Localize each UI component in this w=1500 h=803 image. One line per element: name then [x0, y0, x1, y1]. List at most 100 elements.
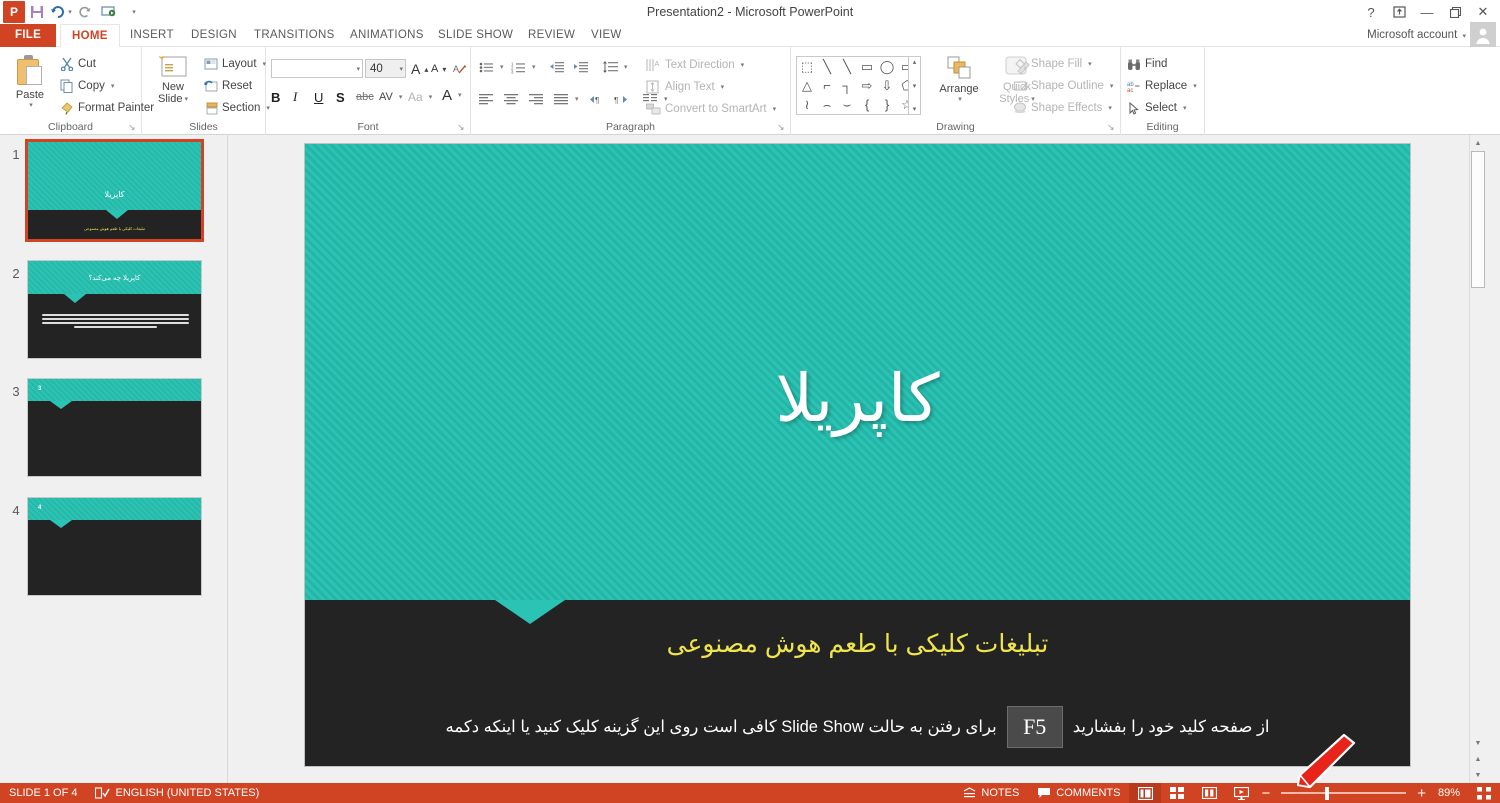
help-icon[interactable]: ? [1358, 1, 1384, 23]
view-reading-button[interactable] [1193, 783, 1225, 803]
new-slide-button[interactable]: New Slide ▾ [148, 55, 198, 105]
view-normal-button[interactable] [1129, 783, 1162, 803]
customize-quick-access-toolbar-icon[interactable]: ▾ [121, 0, 145, 24]
convert-to-smartart-button[interactable]: Convert to SmartArt ▾ [646, 99, 776, 119]
shape-item-12[interactable]: ≀ [805, 98, 810, 111]
start-from-beginning-icon[interactable] [97, 0, 121, 24]
ltr-text-direction-button[interactable]: ¶ [589, 89, 604, 109]
minimize-icon[interactable]: — [1414, 1, 1440, 23]
shape-item-14[interactable]: ⌣ [843, 98, 852, 111]
shape-item-13[interactable]: ⌢ [823, 98, 832, 111]
shape-item-2[interactable]: ╲ [843, 60, 851, 73]
thumbnail-1[interactable]: کاپریلا تبلیغات کلیکی با طعم هوش مصنوعی [25, 139, 204, 242]
fit-slide-to-window-button[interactable] [1468, 783, 1500, 803]
scroll-down-icon[interactable]: ▼ [1470, 735, 1486, 751]
clipboard-dialog-launcher[interactable]: ↘ [128, 123, 137, 132]
ribbon-display-options-icon[interactable] [1386, 1, 1412, 23]
shape-item-9[interactable]: ⇨ [862, 79, 873, 92]
shape-item-15[interactable]: { [865, 98, 869, 111]
select-button[interactable]: Select ▾ [1127, 98, 1186, 118]
shape-item-4[interactable]: ◯ [880, 60, 895, 73]
thumbnail-3[interactable]: 3 [27, 378, 202, 477]
shape-item-7[interactable]: ⌐ [823, 79, 831, 92]
shape-effects-button[interactable]: Shape Effects ▾ [1013, 98, 1112, 118]
bold-button[interactable]: B [271, 87, 280, 107]
slide-count-indicator[interactable]: SLIDE 1 OF 4 [0, 783, 86, 803]
rtl-text-direction-button[interactable]: ¶ [614, 89, 629, 109]
format-painter-button[interactable]: Format Painter [60, 98, 154, 118]
italic-button[interactable]: I [293, 87, 297, 107]
line-spacing-button[interactable]: ▾ [603, 57, 628, 77]
slide-instruction-text[interactable]: از صفحه کلید خود را بفشارید F5 برای رفتن… [305, 706, 1410, 748]
shape-item-0[interactable]: ⬚ [801, 60, 813, 73]
tab-review[interactable]: REVIEW [517, 24, 586, 47]
close-icon[interactable]: ✕ [1470, 1, 1496, 23]
font-size-caret[interactable]: ▾ [399, 65, 403, 73]
next-slide-icon[interactable]: ▼ [1470, 767, 1486, 783]
proofing-status[interactable]: ENGLISH (UNITED STATES) [86, 783, 268, 803]
align-right-button[interactable] [529, 89, 544, 109]
text-direction-button[interactable]: A Text Direction ▾ [646, 55, 744, 75]
shape-item-8[interactable]: ┐ [842, 79, 851, 92]
shapes-scroll-up-icon[interactable]: ▴ [913, 58, 917, 66]
thumbnail-2[interactable]: کاپریلا چه می‌کند؟ [27, 260, 202, 359]
tab-home[interactable]: HOME [60, 24, 120, 48]
cut-button[interactable]: Cut [60, 54, 96, 74]
align-center-button[interactable] [504, 89, 519, 109]
paste-button[interactable]: Paste ▾ [6, 55, 54, 109]
copy-button[interactable]: Copy ▾ [60, 76, 114, 96]
save-icon[interactable] [25, 0, 49, 24]
decrease-indent-button[interactable] [549, 57, 564, 77]
layout-button[interactable]: Layout ▾ [204, 54, 266, 74]
restore-icon[interactable] [1442, 1, 1468, 23]
copy-dropdown-caret[interactable]: ▾ [111, 82, 115, 90]
font-size-input[interactable]: 40 ▾ [365, 59, 406, 78]
font-dialog-launcher[interactable]: ↘ [457, 123, 466, 132]
zoom-slider[interactable] [1281, 783, 1407, 803]
increase-indent-button[interactable] [573, 57, 588, 77]
tab-view[interactable]: VIEW [580, 24, 633, 47]
drawing-dialog-launcher[interactable]: ↘ [1107, 123, 1116, 132]
scroll-up-icon[interactable]: ▲ [1470, 135, 1486, 151]
tab-design[interactable]: DESIGN [180, 24, 248, 47]
bullets-button[interactable]: ▾ [479, 57, 504, 77]
strikethrough-button[interactable]: abc [356, 87, 374, 107]
shape-fill-button[interactable]: Shape Fill ▾ [1013, 54, 1092, 74]
shape-item-16[interactable]: } [885, 98, 889, 111]
tab-animations[interactable]: ANIMATIONS [339, 24, 435, 47]
align-left-button[interactable] [479, 89, 494, 109]
shapes-scroll-down-icon[interactable]: ▾ [913, 82, 917, 90]
tab-slide-show[interactable]: SLIDE SHOW [427, 24, 524, 47]
find-button[interactable]: Find [1127, 54, 1167, 74]
arrange-button[interactable]: Arrange ▾ [931, 55, 987, 103]
paragraph-dialog-launcher[interactable]: ↘ [777, 123, 786, 132]
zoom-in-button[interactable]: + [1413, 783, 1430, 803]
shape-item-10[interactable]: ⇩ [882, 79, 893, 92]
paste-dropdown-caret[interactable]: ▾ [29, 101, 33, 109]
reset-button[interactable]: Reset [204, 76, 252, 96]
account-label[interactable]: Microsoft account ▾ [1367, 24, 1466, 47]
replace-button[interactable]: ab ac Replace ▾ [1127, 76, 1197, 96]
slide-subtitle-text[interactable]: تبلیغات کلیکی با طعم هوش مصنوعی [305, 629, 1410, 659]
tab-file[interactable]: FILE [0, 24, 56, 47]
shapes-gallery-scrollbar[interactable]: ▴ ▾ ▾ [908, 56, 921, 115]
view-slide-show-button[interactable] [1225, 783, 1257, 803]
increase-font-size-button[interactable]: A ▴ [411, 59, 428, 79]
clear-formatting-button[interactable]: A [453, 59, 467, 79]
undo-icon[interactable]: ▾ [49, 0, 73, 24]
change-case-button[interactable]: Aa ▾ [408, 87, 432, 107]
font-name-caret[interactable]: ▾ [356, 65, 360, 73]
shapes-gallery[interactable]: ⬚ ╲ ╲ ▭ ◯ ▭ △ ⌐ ┐ ⇨ ⇩ ⬠ ≀ ⌢ ⌣{} ☆ [796, 56, 918, 115]
comments-button[interactable]: COMMENTS [1028, 783, 1129, 803]
notes-button[interactable]: NOTES [954, 783, 1028, 803]
section-button[interactable]: Section ▾ [204, 98, 270, 118]
slide-vertical-scrollbar[interactable]: ▲ ▼ ▲ ▼ [1469, 135, 1486, 783]
slide-thumbnail-pane[interactable]: 1 کاپریلا تبلیغات کلیکی با طعم هوش مصنوع… [0, 135, 228, 783]
font-color-button[interactable]: A ▾ [442, 85, 462, 105]
view-slide-sorter-button[interactable] [1161, 783, 1193, 803]
numbering-button[interactable]: 123 ▾ [511, 57, 536, 77]
new-slide-dropdown-caret[interactable]: ▾ [184, 95, 188, 103]
zoom-percent-label[interactable]: 89% [1430, 787, 1468, 799]
decrease-font-size-button[interactable]: A ▾ [431, 59, 446, 79]
shape-item-3[interactable]: ▭ [861, 60, 873, 73]
